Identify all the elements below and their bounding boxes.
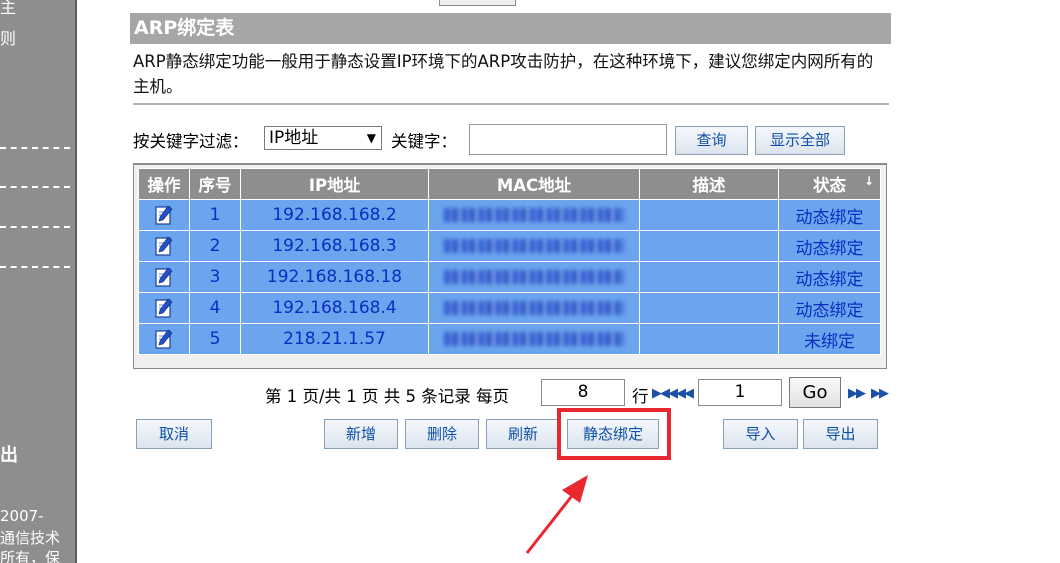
sidebar-fragment: 主	[0, 0, 17, 17]
red-arrow-icon	[525, 475, 588, 554]
last-page-icon[interactable]: ▶▶	[871, 386, 889, 401]
row-ip: 192.168.168.18	[240, 261, 429, 293]
row-mac	[428, 261, 640, 293]
go-button[interactable]: Go	[789, 377, 841, 408]
table-row: 5 218.21.1.57 未绑定	[138, 323, 881, 355]
sidebar-fragment: 则	[0, 29, 17, 48]
show-all-button[interactable]: 显示全部	[755, 126, 845, 155]
mac-redacted	[444, 239, 624, 253]
column-header-action: 操作	[138, 168, 190, 200]
edit-icon[interactable]	[155, 298, 173, 318]
keyword-input[interactable]	[469, 124, 667, 155]
arp-table: 操作 序号 IP地址 MAC地址 描述 状态 ↓ 1 192.168.168.2 动…	[138, 168, 881, 355]
row-desc	[639, 292, 779, 324]
table-row: 1 192.168.168.2 动态绑定	[138, 199, 881, 231]
row-index: 1	[189, 199, 241, 231]
per-page-unit: 行	[632, 387, 649, 406]
row-desc	[639, 261, 779, 293]
edit-icon[interactable]	[155, 267, 173, 287]
pagination-summary: 第 1 页/共 1 页 共 5 条记录 每页	[265, 387, 510, 406]
row-mac	[428, 199, 640, 231]
row-edit-cell[interactable]	[138, 292, 190, 324]
row-edit-cell[interactable]	[138, 261, 190, 293]
copyright-line: 通信技术	[0, 529, 61, 547]
highlight-box	[557, 408, 671, 460]
row-mac	[428, 292, 640, 324]
prev-page-icon[interactable]: ◀◀	[676, 386, 694, 401]
keyword-label: 关键字：	[391, 132, 457, 151]
query-button[interactable]: 查询	[675, 126, 748, 155]
sidebar-divider	[0, 266, 70, 268]
row-edit-cell[interactable]	[138, 230, 190, 262]
top-button-stub[interactable]	[439, 0, 516, 6]
column-header-status-label: 状态	[813, 176, 846, 195]
row-index: 4	[189, 292, 241, 324]
row-ip: 218.21.1.57	[240, 323, 429, 355]
table-header-row: 操作 序号 IP地址 MAC地址 描述 状态 ↓	[138, 168, 881, 200]
row-index: 3	[189, 261, 241, 293]
row-index: 5	[189, 323, 241, 355]
panel-title: ARP绑定表	[130, 13, 891, 44]
mac-redacted	[444, 208, 624, 222]
column-header-desc: 描述	[639, 168, 779, 200]
add-button[interactable]: 新增	[324, 419, 398, 449]
column-header-mac[interactable]: MAC地址	[428, 168, 640, 200]
arp-table-container: 操作 序号 IP地址 MAC地址 描述 状态 ↓ 1 192.168.168.2 动…	[133, 163, 887, 369]
mac-redacted	[444, 301, 624, 315]
row-ip: 192.168.168.2	[240, 199, 429, 231]
row-desc	[639, 323, 779, 355]
column-header-ip[interactable]: IP地址	[240, 168, 429, 200]
row-status: 动态绑定	[778, 261, 881, 293]
row-status: 动态绑定	[778, 292, 881, 324]
table-row: 4 192.168.168.4 动态绑定	[138, 292, 881, 324]
row-edit-cell[interactable]	[138, 199, 190, 231]
sidebar-logout[interactable]: 出	[0, 441, 18, 467]
sidebar-divider	[0, 226, 70, 228]
sidebar: 主 则 出 2007- 通信技术 所有，保	[0, 0, 75, 563]
sidebar-divider	[0, 147, 70, 149]
row-mac	[428, 323, 640, 355]
delete-button[interactable]: 删除	[405, 419, 479, 449]
per-page-input[interactable]: 8	[541, 379, 625, 406]
sidebar-edge	[75, 0, 77, 563]
edit-icon[interactable]	[155, 236, 173, 256]
mac-redacted	[444, 332, 624, 346]
copyright-line: 所有，保	[0, 549, 61, 563]
row-desc	[639, 199, 779, 231]
first-page-icon[interactable]: ▶◀◀	[652, 386, 678, 401]
row-status: 动态绑定	[778, 230, 881, 262]
mac-redacted	[444, 270, 624, 284]
sort-arrow-icon[interactable]: ↓	[864, 174, 874, 188]
page-number-input[interactable]: 1	[698, 379, 782, 406]
dropdown-arrow-icon: ▼	[366, 131, 376, 145]
filter-field-select[interactable]: IP地址 ▼	[264, 126, 382, 150]
divider	[133, 103, 889, 105]
row-index: 2	[189, 230, 241, 262]
row-status: 未绑定	[778, 323, 881, 355]
row-ip: 192.168.168.3	[240, 230, 429, 262]
column-header-index: 序号	[189, 168, 241, 200]
panel-description: ARP静态绑定功能一般用于静态设置IP环境下的ARP攻击防护，在这种环境下，建议…	[133, 52, 874, 96]
table-row: 3 192.168.168.18 动态绑定	[138, 261, 881, 293]
row-edit-cell[interactable]	[138, 323, 190, 355]
row-mac	[428, 230, 640, 262]
table-row: 2 192.168.168.3 动态绑定	[138, 230, 881, 262]
refresh-button[interactable]: 刷新	[486, 419, 560, 449]
filter-select-value: IP地址	[269, 128, 319, 148]
cancel-button[interactable]: 取消	[136, 419, 212, 449]
edit-icon[interactable]	[155, 205, 173, 225]
import-button[interactable]: 导入	[723, 419, 798, 449]
export-button[interactable]: 导出	[803, 419, 878, 449]
row-ip: 192.168.168.4	[240, 292, 429, 324]
copyright-line: 2007-	[0, 507, 44, 525]
row-status: 动态绑定	[778, 199, 881, 231]
row-desc	[639, 230, 779, 262]
edit-icon[interactable]	[155, 329, 173, 349]
filter-label: 按关键字过滤：	[133, 132, 249, 151]
next-page-icon[interactable]: ▶▶	[848, 386, 866, 401]
sidebar-divider	[0, 186, 70, 188]
column-header-status[interactable]: 状态 ↓	[778, 168, 881, 200]
